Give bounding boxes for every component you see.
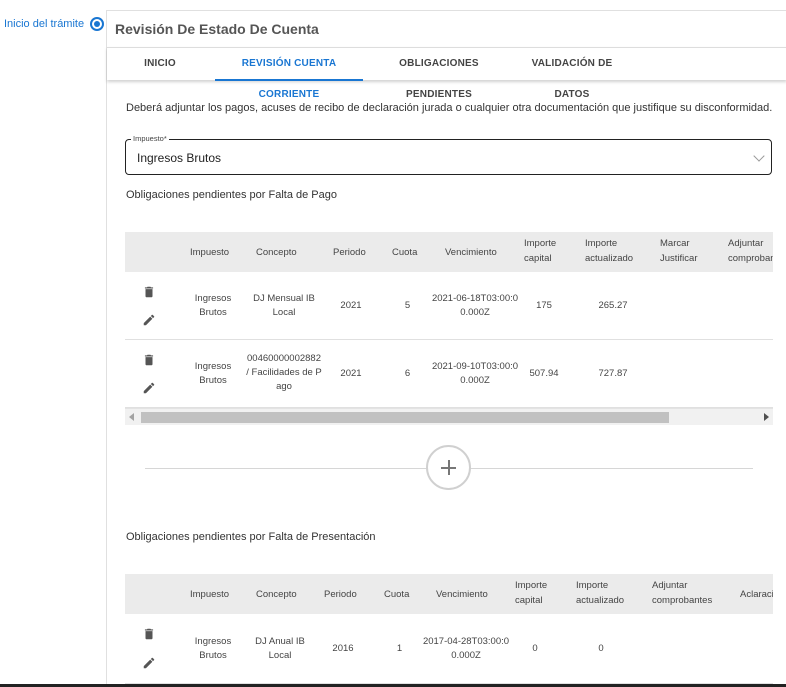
col-periodo: Periodo	[333, 247, 366, 258]
step-inicio-tramite[interactable]: Inicio del trámite	[4, 17, 105, 31]
tab-bar: INICIO REVISIÓN CUENTA CORRIENTE OBLIGAC…	[107, 47, 786, 100]
section-title-falta-presentacion: Obligaciones pendientes por Falta de Pre…	[126, 531, 376, 543]
tab-inicio[interactable]: INICIO	[127, 48, 193, 81]
cell-impuesto: Ingresos Brutos	[194, 293, 232, 318]
table-row: Ingresos Brutos DJ Anual IB Local 2016 1…	[125, 614, 773, 684]
table-header: Impuesto Concepto Periodo Cuota Vencimie…	[125, 232, 773, 272]
col-importe-actualizado: Importe actualizado	[585, 238, 634, 264]
cell-cuota: 5	[404, 300, 411, 311]
cell-vencimiento: 2017-04-28T03:00:00.000Z	[422, 636, 510, 661]
tab-obligaciones-pendientes[interactable]: OBLIGACIONES PENDIENTES	[371, 48, 507, 100]
table-row: Ingresos Brutos DJ Mensual IB Local 2021…	[125, 272, 773, 340]
col-periodo: Periodo	[324, 589, 357, 600]
cell-periodo: 2021	[340, 300, 362, 311]
delete-icon[interactable]	[142, 285, 156, 299]
edit-icon[interactable]	[142, 656, 156, 670]
cell-cuota: 6	[404, 368, 411, 379]
scroll-left-icon[interactable]	[129, 413, 134, 421]
col-impuesto: Impuesto	[190, 247, 230, 258]
col-marcar-justificar: Marcar Justificar	[660, 238, 698, 264]
delete-icon[interactable]	[142, 627, 156, 641]
chevron-down-icon[interactable]	[753, 150, 765, 162]
table-row: Ingresos Brutos 00460000002882 / Facilid…	[125, 340, 773, 408]
col-adjuntar-comprobantes: Adjuntar comprobantes	[728, 238, 773, 264]
tab-validacion-de-datos[interactable]: VALIDACIÓN DE DATOS	[515, 48, 629, 100]
delete-icon[interactable]	[142, 353, 156, 367]
stepper: Inicio del trámite	[0, 0, 105, 687]
col-aclaraciones: Aclaraciones	[740, 589, 773, 600]
col-cuota: Cuota	[392, 247, 418, 258]
impuesto-select-label: Impuesto*	[131, 134, 169, 143]
impuesto-select-value[interactable]: Ingresos Brutos	[137, 151, 221, 165]
cell-importe-capital: 507.94	[529, 368, 559, 379]
col-vencimiento: Vencimiento	[445, 247, 497, 258]
col-importe-actualizado: Importe actualizado	[576, 580, 625, 606]
cell-impuesto: Ingresos Brutos	[194, 636, 232, 661]
cell-importe-actualizado: 265.27	[598, 300, 628, 311]
col-importe-capital: Importe capital	[515, 580, 548, 606]
plus-icon[interactable]	[426, 445, 471, 490]
edit-icon[interactable]	[142, 381, 156, 395]
cell-concepto: DJ Mensual IB Local	[253, 293, 315, 318]
cell-concepto: DJ Anual IB Local	[255, 636, 305, 661]
cell-vencimiento: 2021-09-10T03:00:00.000Z	[431, 361, 519, 386]
col-impuesto: Impuesto	[190, 589, 230, 600]
col-concepto: Concepto	[256, 589, 297, 600]
table-falta-pago: Impuesto Concepto Periodo Cuota Vencimie…	[125, 232, 773, 427]
cell-importe-actualizado: 727.87	[598, 368, 628, 379]
table-falta-presentacion: Impuesto Concepto Periodo Cuota Vencimie…	[125, 574, 773, 687]
section-title-falta-pago: Obligaciones pendientes por Falta de Pag…	[126, 189, 337, 201]
col-cuota: Cuota	[384, 589, 410, 600]
main-panel: Revisión De Estado De Cuenta INICIO REVI…	[106, 10, 786, 687]
cell-concepto: 00460000002882 / Facilidades de Pago	[246, 353, 322, 392]
page-title: Revisión De Estado De Cuenta	[115, 21, 319, 37]
cell-importe-capital: 0	[532, 643, 538, 654]
intro-text: Deberá adjuntar los pagos, acuses de rec…	[126, 102, 773, 114]
table-header: Impuesto Concepto Periodo Cuota Vencimie…	[125, 574, 773, 614]
cell-importe-capital: 175	[536, 300, 552, 311]
horizontal-scrollbar[interactable]	[125, 408, 773, 425]
cell-impuesto: Ingresos Brutos	[194, 361, 232, 386]
col-adjuntar-comprobantes: Adjuntar comprobantes	[652, 580, 713, 606]
cell-vencimiento: 2021-06-18T03:00:00.000Z	[431, 293, 519, 318]
step-indicator-icon[interactable]	[90, 17, 105, 31]
cell-periodo: 2016	[332, 643, 354, 654]
tab-revision-cuenta-corriente[interactable]: REVISIÓN CUENTA CORRIENTE	[215, 48, 363, 100]
col-importe-capital: Importe capital	[524, 238, 557, 264]
col-vencimiento: Vencimiento	[436, 589, 488, 600]
cell-cuota: 1	[396, 643, 403, 654]
step-label[interactable]: Inicio del trámite	[4, 18, 84, 30]
edit-icon[interactable]	[142, 313, 156, 327]
col-concepto: Concepto	[256, 247, 297, 258]
cell-importe-actualizado: 0	[598, 643, 604, 654]
scroll-right-icon[interactable]	[764, 413, 769, 421]
cell-periodo: 2021	[340, 368, 362, 379]
scrollbar-thumb[interactable]	[141, 412, 669, 423]
impuesto-select[interactable]: Impuesto* Ingresos Brutos	[125, 134, 772, 175]
